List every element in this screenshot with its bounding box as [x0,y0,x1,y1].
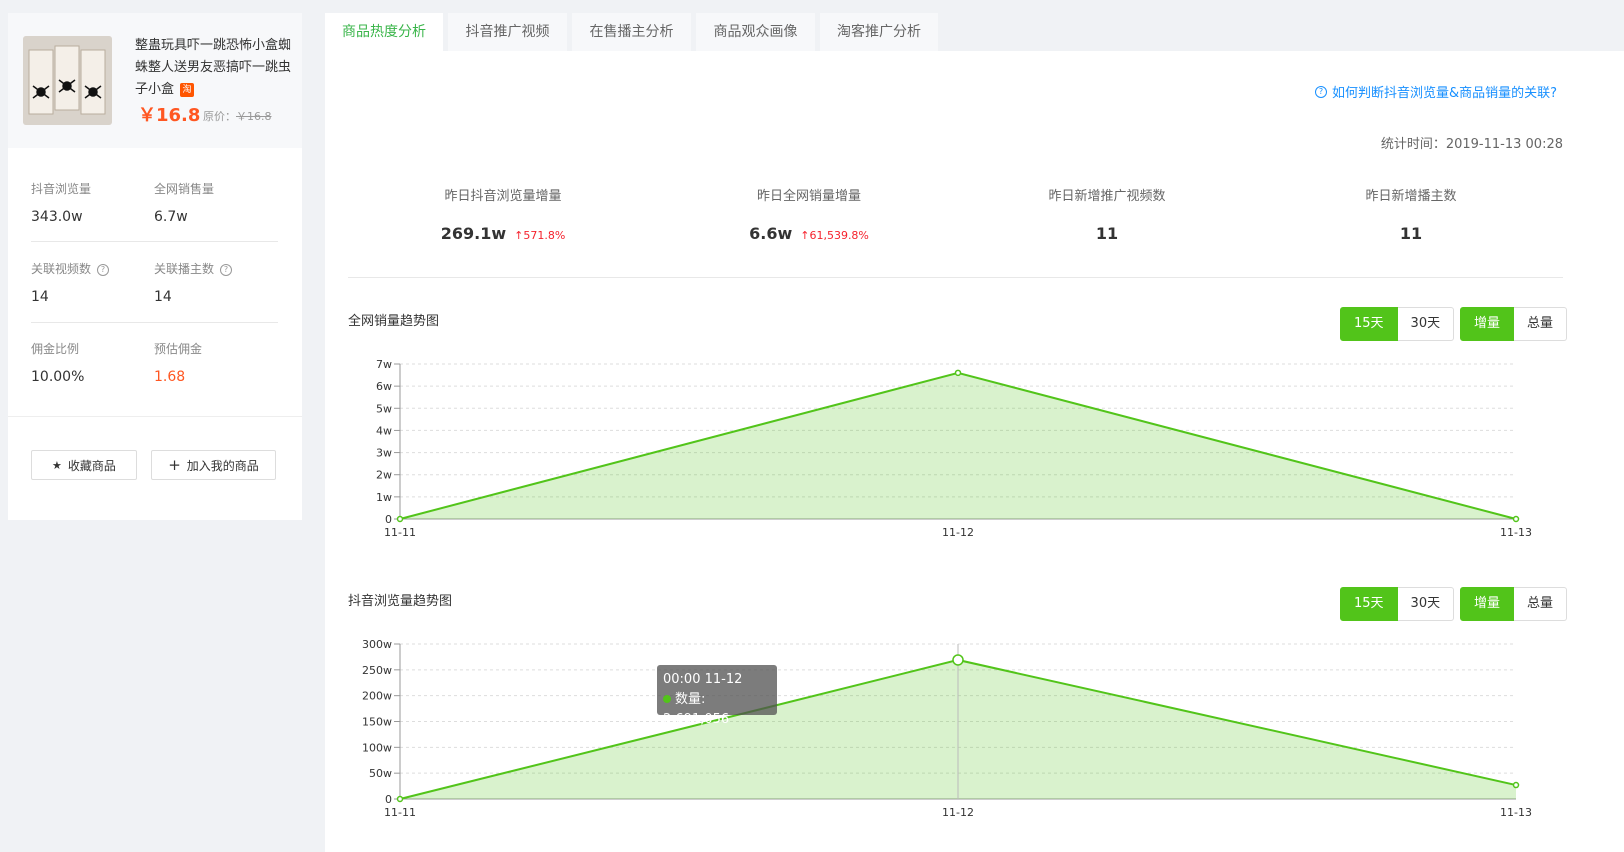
plus-icon: + [168,456,181,474]
views-mode-toggle: 增量 总量 [1460,587,1568,621]
kpi-new-anchors: 昨日新增播主数 11 [1291,185,1531,243]
commission-rate-label: 佣金比例 [31,342,80,356]
views-range-toggle: 15天 30天 [1340,587,1455,621]
product-photo-graphic [23,36,112,125]
anchors-label: 关联播主数 [154,262,215,276]
kpi-label: 昨日新增推广视频数 [1048,189,1166,204]
tab-heat-analysis[interactable]: 商品热度分析 [325,13,443,51]
sales-label: 全网销售量 [154,182,215,196]
help-link-text[interactable]: 如何判断抖音浏览量&商品销量的关联? [1332,82,1557,101]
favorite-button-label: 收藏商品 [67,458,116,473]
range-15d-button[interactable]: 15天 [1340,587,1398,621]
est-commission-value: 1.68 [154,369,186,385]
divider [31,322,278,323]
tab-bar: 商品热度分析 抖音推广视频 在售播主分析 商品观众画像 淘客推广分析 [325,13,1624,51]
videos-label: 关联视频数 [31,262,92,276]
increment-button[interactable]: 增量 [1460,587,1515,621]
sales-range-toggle: 15天 30天 [1340,307,1455,341]
range-30d-button[interactable]: 30天 [1397,587,1455,621]
range-30d-button[interactable]: 30天 [1397,307,1455,341]
question-icon[interactable]: ? [97,263,110,276]
kpi-change: ↑61,539.8% [800,229,869,242]
tab-taoke[interactable]: 淘客推广分析 [820,13,938,51]
main-panel: 商品热度分析 抖音推广视频 在售播主分析 商品观众画像 淘客推广分析 ? 如何判… [325,13,1624,852]
chart-tooltip: 00:00 11-12 数量: 2,691,056 [657,665,777,727]
views-chart-title: 抖音浏览量趋势图 [348,594,453,609]
kpi-value: 11 [1095,224,1119,243]
sales-mode-toggle: 增量 总量 [1460,307,1568,341]
product-title[interactable]: 整蛊玩具吓一跳恐怖小盒蜘蛛整人送男友恶搞吓一跳虫子小盒淘 [135,35,295,101]
original-price-value: ￥16.8 [236,110,272,123]
kpi-value: 11 [1399,224,1423,243]
est-commission-label: 预估佣金 [154,342,203,356]
increment-button[interactable]: 增量 [1460,307,1515,341]
kpi-sales: 昨日全网销量增量 6.6w ↑61,539.8% [689,185,929,243]
kpi-views: 昨日抖音浏览量增量 269.1w ↑571.8% [383,185,623,243]
kpi-label: 昨日抖音浏览量增量 [444,189,562,204]
help-link[interactable]: ? 如何判断抖音浏览量&商品销量的关联? [1314,82,1557,101]
original-price: 原价：￥16.8 [203,108,272,124]
product-title-text[interactable]: 整蛊玩具吓一跳恐怖小盒蜘蛛整人送男友恶搞吓一跳虫子小盒 [135,38,291,97]
total-button[interactable]: 总量 [1514,587,1568,621]
sales-value: 6.7w [154,209,188,225]
range-15d-button[interactable]: 15天 [1340,307,1398,341]
question-icon[interactable]: ? [220,263,233,276]
question-circle-icon: ? [1314,85,1327,98]
add-to-my-products-button[interactable]: + 加入我的商品 [151,450,276,480]
section-divider [348,277,1563,278]
stat-time: 统计时间：2019-11-13 00:28 [1380,137,1563,152]
kpi-label: 昨日新增播主数 [1365,189,1457,204]
product-price: ￥16.8 [138,105,201,126]
sales-chart-title: 全网销量趋势图 [348,314,440,329]
original-price-label: 原价： [203,110,236,123]
product-header: 整蛊玩具吓一跳恐怖小盒蜘蛛整人送男友恶搞吓一跳虫子小盒淘 ￥16.8 原价：￥1… [8,13,302,148]
divider [31,241,278,242]
tab-anchors[interactable]: 在售播主分析 [572,13,691,51]
tooltip-value: 数量: 2,691,056 [663,692,730,727]
kpi-label: 昨日全网销量增量 [756,189,861,204]
tooltip-time: 00:00 11-12 [663,672,743,687]
views-label: 抖音浏览量 [31,182,92,196]
kpi-value: 6.6w [749,224,793,243]
commission-rate-value: 10.00% [31,369,85,385]
favorite-button[interactable]: ★ 收藏商品 [31,450,137,480]
series-dot-icon [663,695,671,703]
product-image[interactable] [23,36,112,125]
kpi-change: ↑571.8% [514,229,566,242]
product-card: 整蛊玩具吓一跳恐怖小盒蜘蛛整人送男友恶搞吓一跳虫子小盒淘 ￥16.8 原价：￥1… [8,13,302,520]
tab-douyin-videos[interactable]: 抖音推广视频 [448,13,567,51]
star-icon: ★ [52,458,62,472]
videos-value: 14 [31,289,49,305]
kpi-value: 269.1w [440,224,507,243]
total-button[interactable]: 总量 [1514,307,1568,341]
kpi-new-videos: 昨日新增推广视频数 11 [987,185,1227,243]
add-button-label: 加入我的商品 [186,458,259,473]
taobao-badge-icon: 淘 [180,82,195,97]
divider [8,416,302,417]
anchors-value: 14 [154,289,172,305]
views-value: 343.0w [31,209,83,225]
tab-audience[interactable]: 商品观众画像 [696,13,815,51]
